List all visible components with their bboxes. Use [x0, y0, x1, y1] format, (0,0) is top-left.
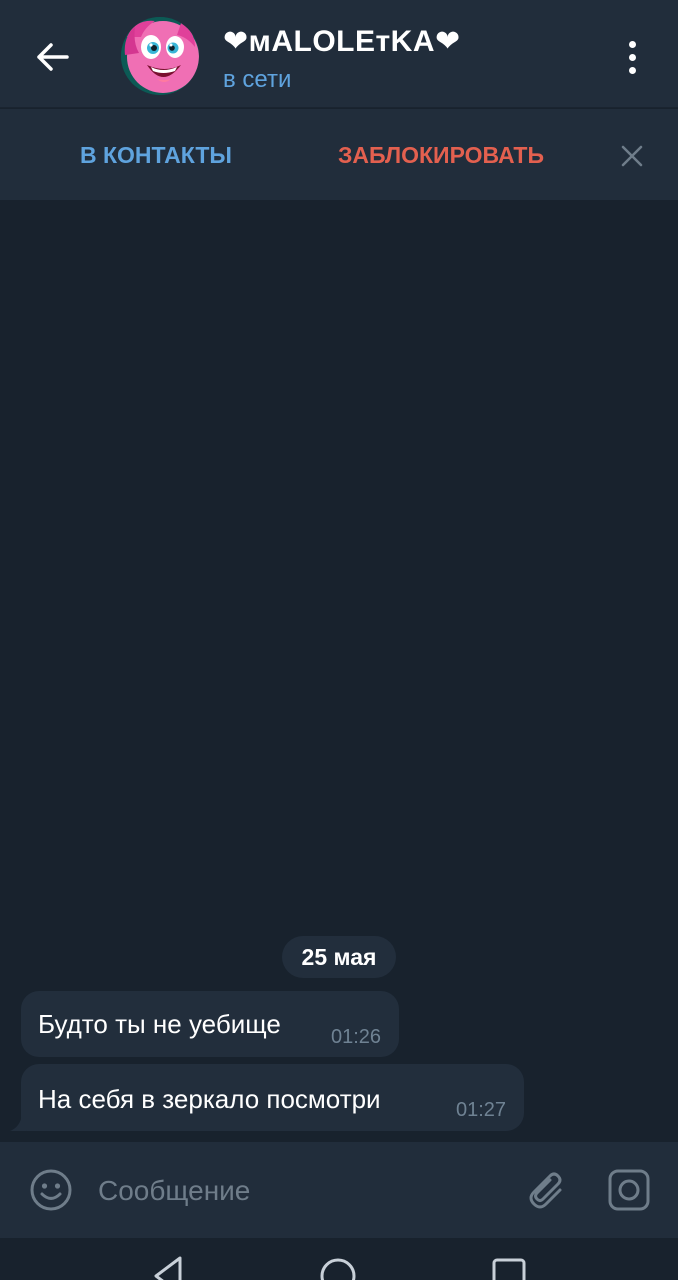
- paperclip-icon: [529, 1172, 562, 1209]
- nav-home-icon: [320, 1258, 356, 1280]
- incoming-message[interactable]: Будто ты не уебище 01:26: [21, 991, 399, 1057]
- camera-button[interactable]: [605, 1166, 653, 1214]
- nav-back-icon: [154, 1256, 182, 1280]
- back-button[interactable]: [22, 34, 82, 80]
- more-vertical-icon: [628, 40, 636, 48]
- message-time: 01:27: [456, 1099, 507, 1121]
- system-navigation-bar: [0, 1238, 678, 1280]
- emoji-button[interactable]: [27, 1166, 75, 1214]
- chat-header: ❤мALOLEтKA❤ в сети: [0, 0, 678, 108]
- nav-home-button[interactable]: [318, 1256, 358, 1280]
- online-status: в сети: [223, 66, 292, 93]
- avatar[interactable]: [121, 17, 199, 95]
- message-text: На себя в зеркало посмотри: [38, 1084, 381, 1114]
- block-user-button[interactable]: ЗАБЛОКИРОВАТЬ: [338, 142, 544, 169]
- pink-pony-avatar: [121, 17, 199, 95]
- date-separator: 25 мая: [282, 936, 396, 978]
- bubble-tail: [10, 1115, 26, 1131]
- close-icon: [621, 145, 643, 167]
- chat-title[interactable]: ❤мALOLEтKA❤: [223, 24, 461, 59]
- emoji-icon: [30, 1169, 72, 1211]
- message-text: Будто ты не уебище: [38, 1009, 281, 1039]
- new-contact-action-bar: В КОНТАКТЫ ЗАБЛОКИРОВАТЬ: [0, 109, 678, 200]
- close-action-bar-button[interactable]: [612, 136, 652, 176]
- camera-icon: [608, 1169, 650, 1211]
- incoming-message[interactable]: На себя в зеркало посмотри 01:27: [21, 1064, 524, 1131]
- message-input[interactable]: [98, 1171, 498, 1211]
- attach-button[interactable]: [520, 1166, 568, 1214]
- nav-recents-button[interactable]: [490, 1258, 530, 1280]
- arrow-left-icon: [37, 43, 69, 71]
- message-time: 01:26: [331, 1026, 382, 1048]
- more-menu-button[interactable]: [612, 35, 652, 79]
- nav-recents-icon: [492, 1258, 526, 1280]
- nav-back-button[interactable]: [150, 1256, 190, 1280]
- add-to-contacts-button[interactable]: В КОНТАКТЫ: [80, 142, 232, 169]
